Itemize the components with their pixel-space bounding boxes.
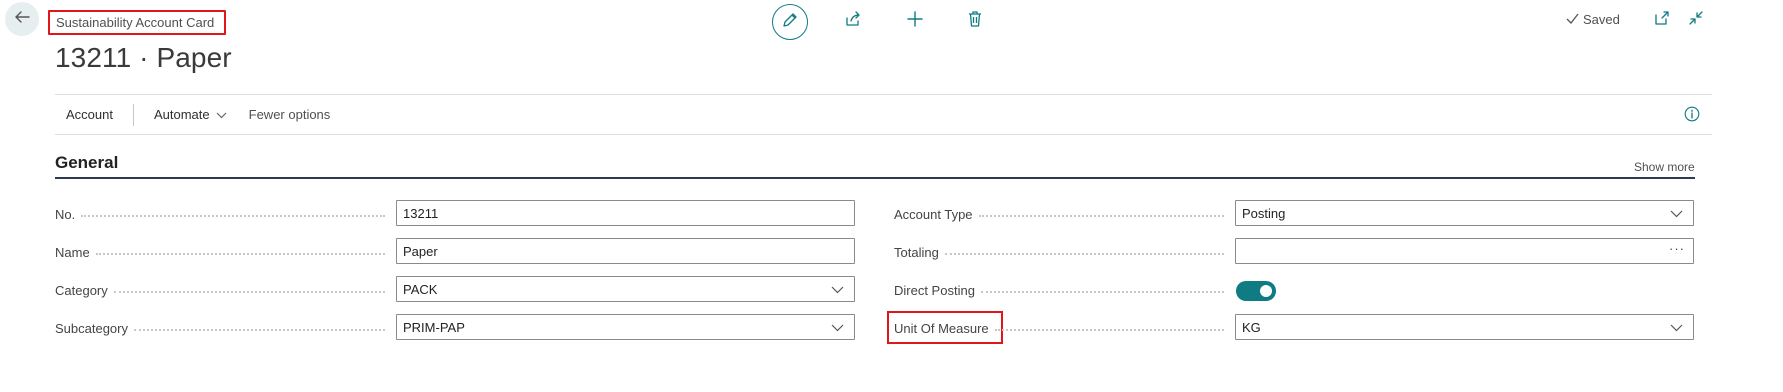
info-button[interactable] [1684,106,1700,127]
chevron-down-icon [216,107,227,122]
checkmark-icon [1566,12,1579,27]
back-button[interactable] [5,2,39,36]
section-title: General [55,153,119,172]
show-more-link[interactable]: Show more [1634,160,1695,174]
account-type-select[interactable]: Posting [1235,200,1694,226]
field-label-totaling: Totaling [894,242,1230,262]
action-automate[interactable]: Automate [154,107,227,122]
field-label-no: No. [55,204,391,224]
field-label-account-type: Account Type [894,204,1230,224]
action-bar: Account Automate Fewer options [55,95,330,134]
field-label-subcategory: Subcategory [55,318,391,338]
info-icon [1684,106,1700,126]
no-field[interactable]: 13211 [396,200,855,226]
name-field[interactable]: Paper [396,238,855,264]
field-label-name: Name [55,242,391,262]
open-new-window-icon [1654,10,1670,31]
category-select[interactable]: PACK [396,276,855,302]
chevron-down-icon [1670,321,1683,337]
action-account[interactable]: Account [66,107,113,122]
chevron-down-icon [831,283,844,299]
action-fewer-options-label: Fewer options [248,107,331,122]
collapse-icon [1688,10,1704,31]
share-button[interactable] [842,10,864,32]
action-automate-label: Automate [153,107,210,122]
collapse-button[interactable] [1686,10,1706,30]
edit-button[interactable] [772,4,808,40]
totaling-field[interactable]: ··· [1235,238,1694,264]
action-separator [132,103,134,126]
share-icon [844,10,862,33]
action-bar-bottom-rule [55,134,1712,135]
subcategory-select-value: PRIM-PAP [403,319,465,335]
saved-label: Saved [1583,12,1620,27]
section-rule [55,177,1695,179]
new-button[interactable] [904,10,926,32]
page-title: 13211 · Paper [55,42,232,73]
field-label-unit-of-measure: Unit Of Measure [894,318,1230,338]
ellipsis-icon[interactable]: ··· [1669,241,1685,256]
back-arrow-icon [13,8,31,31]
action-fewer-options[interactable]: Fewer options [249,107,331,122]
open-new-window-button[interactable] [1652,10,1672,30]
plus-icon [906,10,924,33]
action-account-label: Account [66,107,113,122]
chevron-down-icon [831,321,844,337]
account-type-select-value: Posting [1242,205,1286,221]
category-select-value: PACK [403,281,438,297]
direct-posting-toggle[interactable] [1236,281,1276,301]
no-field-value: 13211 [403,205,439,221]
chevron-down-icon [1670,207,1683,223]
pencil-icon [781,11,799,34]
save-status: Saved [1566,12,1620,27]
trash-icon [967,10,983,33]
field-label-direct-posting: Direct Posting [894,280,1230,300]
field-label-category: Category [55,280,391,300]
toggle-knob [1260,285,1272,297]
delete-button[interactable] [964,10,986,32]
unit-of-measure-select[interactable]: KG [1235,314,1694,340]
page-type-caption: Sustainability Account Card [48,10,226,35]
subcategory-select[interactable]: PRIM-PAP [396,314,855,340]
unit-of-measure-select-value: KG [1242,319,1261,335]
name-field-value: Paper [403,243,438,259]
